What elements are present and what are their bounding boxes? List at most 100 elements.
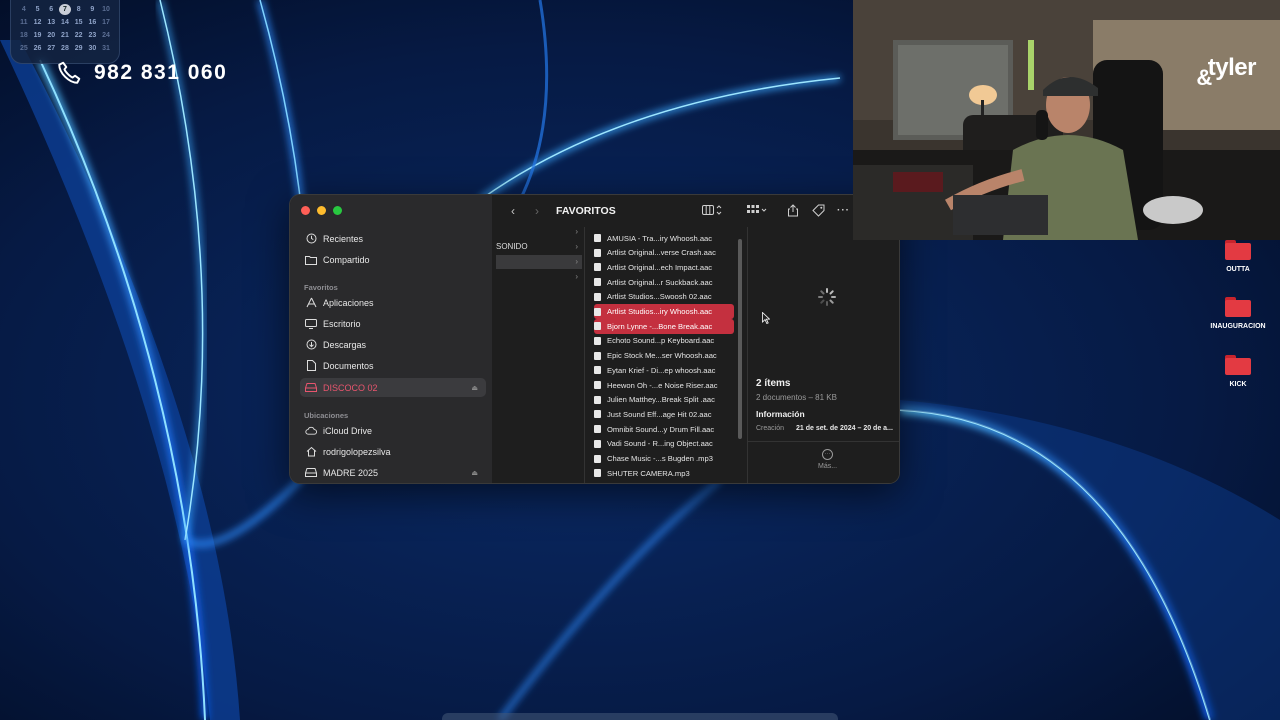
calendar-day[interactable]: 28	[59, 45, 71, 52]
file-name: Chase Music -...s Bugden .mp3	[607, 454, 713, 464]
file-row[interactable]: Echoto Sound...p Keyboard.aac	[594, 334, 734, 349]
calendar-day[interactable]: 21	[59, 32, 71, 39]
back-button[interactable]: ‹	[506, 204, 520, 218]
group-by-icon[interactable]	[747, 204, 769, 218]
window-controls	[301, 206, 342, 215]
calendar-day[interactable]: 15	[73, 19, 85, 26]
file-row[interactable]: Omnibit Sound...y Drum Fill.aac	[594, 422, 734, 437]
calendar-day[interactable]: 16	[86, 19, 98, 26]
parent-folder-column: › SONIDO › › ›	[492, 227, 585, 483]
file-row[interactable]: Just Sound Eff...age Hit 02.aac	[594, 407, 734, 422]
file-list-scrollbar[interactable]	[738, 239, 742, 439]
eject-icon[interactable]: ⏏	[471, 384, 478, 392]
calendar-day[interactable]: 11	[18, 19, 30, 26]
close-window-button[interactable]	[301, 206, 310, 215]
file-row[interactable]: AMUSIA - Tra...iry Whoosh.aac	[594, 231, 734, 246]
desktop-folder-kick[interactable]: KICK	[1198, 355, 1278, 388]
preview-divider	[748, 441, 899, 442]
calendar-day[interactable]: 31	[100, 45, 112, 52]
file-row[interactable]: Vadi Sound - R...ing Object.aac	[594, 437, 734, 452]
zoom-window-button[interactable]	[333, 206, 342, 215]
sidebar-item-recientes[interactable]: Recientes	[300, 229, 486, 248]
calendar-day[interactable]: 25	[18, 45, 30, 52]
sidebar-item-discoco-02[interactable]: DISCOCO 02 ⏏	[300, 378, 486, 397]
forward-button[interactable]: ›	[530, 204, 544, 218]
created-label: Creación	[756, 425, 785, 432]
preview-title: 2 ítems	[756, 378, 791, 389]
file-row[interactable]: Bjorn Lynne -...Bone Break.aac	[594, 318, 734, 334]
calendar-week: 18 19 20 21 22 23 24	[11, 29, 119, 42]
file-row[interactable]: Epic Stock Me...ser Whoosh.aac	[594, 348, 734, 363]
sidebar-item-madre-2025[interactable]: MADRE 2025 ⏏	[300, 463, 486, 482]
folder-row[interactable]: SONIDO ›	[496, 240, 582, 254]
sidebar-item-aplicaciones[interactable]: Aplicaciones	[300, 293, 486, 312]
file-name: Echoto Sound...p Keyboard.aac	[607, 336, 715, 346]
calendar-day[interactable]: 30	[86, 45, 98, 52]
file-row[interactable]: Artlist Original...ech Impact.aac	[594, 260, 734, 275]
file-row[interactable]: SHUTER CAMERA.mp3	[594, 466, 734, 481]
calendar-day[interactable]: 9	[86, 6, 98, 13]
folder-row[interactable]: ›	[496, 255, 582, 269]
folder-row-label: SONIDO	[496, 242, 528, 251]
calendar-day[interactable]: 18	[18, 32, 30, 39]
file-row[interactable]: Artlist Studios...iry Whoosh.aac	[594, 304, 734, 319]
sidebar-item-documentos[interactable]: Documentos	[300, 356, 486, 375]
calendar-day[interactable]: 8	[73, 6, 85, 13]
calendar-day[interactable]: 19	[32, 32, 44, 39]
folder-row[interactable]: ›	[496, 270, 582, 284]
folder-label: OUTTA	[1226, 266, 1250, 273]
calendar-day[interactable]: 20	[45, 32, 57, 39]
calendar-day[interactable]: 13	[45, 19, 57, 26]
calendar-day[interactable]: 26	[32, 45, 44, 52]
sidebar-item-escritorio[interactable]: Escritorio	[300, 314, 486, 333]
file-list-column: Adam Pietrusz...Off Branch.aac AMUSIA - T…	[585, 227, 748, 483]
calendar-day[interactable]: 27	[45, 45, 57, 52]
finder-window[interactable]: Recientes Compartido Favoritos Aplicaciones…	[289, 194, 900, 484]
calendar-day[interactable]: 7	[58, 4, 71, 15]
eject-icon[interactable]: ⏏	[471, 469, 478, 477]
sidebar-item-compartido[interactable]: Compartido	[300, 250, 486, 269]
more-icon[interactable]: ···	[822, 449, 833, 460]
file-row[interactable]: Artlist Original...verse Crash.aac	[594, 245, 734, 260]
calendar-day[interactable]: 5	[32, 6, 44, 13]
calendar-widget[interactable]: 4 5 6 7 8 9 10 11 12 13 14 15 16 17 18 19 20 21 22 23 24 25 26…	[10, 0, 120, 64]
folder-row[interactable]: ›	[496, 225, 582, 239]
sidebar-item-descargas[interactable]: Descargas	[300, 335, 486, 354]
more-actions-icon[interactable]: ···	[837, 204, 850, 218]
calendar-day[interactable]: 10	[100, 6, 112, 13]
calendar-day[interactable]: 4	[18, 6, 30, 13]
chevron-right-icon: ›	[575, 272, 578, 281]
file-name: Julien Matthey...Break Split .aac	[607, 395, 715, 405]
file-row[interactable]: Chase Music -...s Bugden .mp3	[594, 451, 734, 466]
drive-icon	[305, 382, 317, 394]
file-icon	[594, 278, 601, 287]
calendar-day[interactable]: 6	[45, 6, 57, 13]
calendar-day[interactable]: 23	[86, 32, 98, 39]
share-icon[interactable]	[787, 204, 799, 218]
desktop-folder-outta[interactable]: OUTTA	[1198, 240, 1278, 273]
calendar-day[interactable]: 17	[100, 19, 112, 26]
sidebar-item-icloud-drive[interactable]: iCloud Drive	[300, 421, 486, 440]
sidebar-item-rodrigolopezsilva[interactable]: rodrigolopezsilva	[300, 442, 486, 461]
file-row[interactable]: Eytan Krief - Di...ep whoosh.aac	[594, 363, 734, 378]
calendar-day[interactable]: 29	[73, 45, 85, 52]
dock[interactable]	[442, 713, 838, 720]
column-view-icon[interactable]	[702, 204, 724, 218]
calendar-day[interactable]: 22	[73, 32, 85, 39]
tag-icon[interactable]	[812, 204, 825, 218]
file-row[interactable]: Heewon Oh -...e Noise Riser.aac	[594, 378, 734, 393]
file-row[interactable]: Julien Matthey...Break Split .aac	[594, 392, 734, 407]
file-name: Epic Stock Me...ser Whoosh.aac	[607, 351, 717, 361]
file-row[interactable]: Artlist Original...r Suckback.aac	[594, 275, 734, 290]
more-button[interactable]: Más...	[818, 463, 837, 470]
calendar-day[interactable]: 12	[32, 19, 44, 26]
folder-label: KICK	[1229, 381, 1247, 388]
file-icon	[594, 263, 601, 272]
info-heading: Información	[756, 409, 805, 419]
calendar-day[interactable]: 14	[59, 19, 71, 26]
file-row[interactable]: Artlist Studios...Swoosh 02.aac	[594, 290, 734, 305]
minimize-window-button[interactable]	[317, 206, 326, 215]
calendar-day[interactable]: 24	[100, 32, 112, 39]
desktop-folder-inauguracion[interactable]: INAUGURACION	[1198, 297, 1278, 330]
file-icon	[594, 454, 601, 463]
